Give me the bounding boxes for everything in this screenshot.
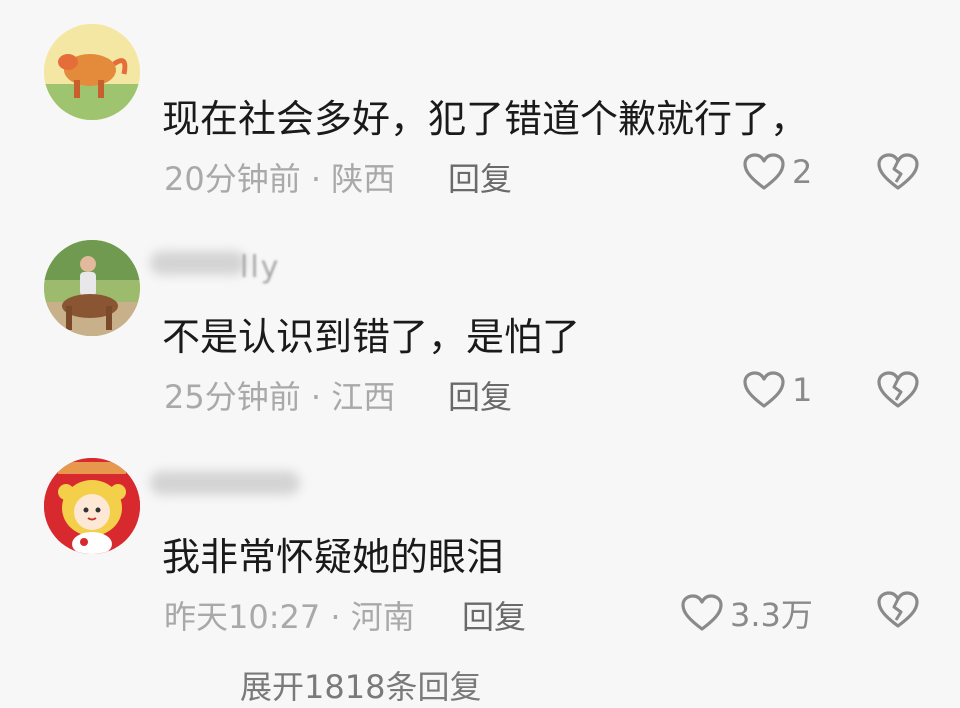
meta-separator: · bbox=[310, 378, 322, 416]
dislike-button[interactable] bbox=[876, 590, 920, 630]
heart-outline-icon bbox=[680, 593, 724, 633]
timestamp: 20分钟前 bbox=[164, 160, 301, 198]
heart-outline-icon bbox=[742, 370, 786, 410]
location: 河南 bbox=[350, 598, 415, 636]
like-count: 3.3万 bbox=[730, 596, 813, 634]
reply-button[interactable]: 回复 bbox=[448, 154, 512, 200]
username[interactable] bbox=[150, 464, 300, 499]
location: 江西 bbox=[331, 378, 396, 416]
avatar[interactable] bbox=[44, 458, 140, 554]
reply-button[interactable]: 回复 bbox=[462, 592, 526, 638]
avatar-image bbox=[44, 24, 140, 120]
broken-heart-icon bbox=[876, 370, 920, 410]
username[interactable] bbox=[150, 244, 246, 279]
broken-heart-icon bbox=[876, 590, 920, 630]
like-button[interactable]: 3.3万 bbox=[680, 590, 813, 636]
avatar[interactable] bbox=[44, 24, 140, 120]
heart-outline-icon bbox=[742, 152, 786, 192]
dislike-button[interactable] bbox=[876, 152, 920, 192]
timestamp: 昨天10:27 bbox=[164, 598, 321, 636]
meta-separator: · bbox=[310, 160, 322, 198]
comment-meta: 昨天10:27 · 河南 bbox=[164, 592, 415, 638]
comment-meta: 20分钟前 · 陕西 bbox=[164, 154, 395, 200]
dislike-button[interactable] bbox=[876, 370, 920, 410]
comment-text: 现在社会多好，犯了错道个歉就行了， bbox=[162, 97, 809, 141]
avatar[interactable] bbox=[44, 240, 140, 336]
like-count: 2 bbox=[792, 153, 813, 191]
reply-button[interactable]: 回复 bbox=[448, 372, 512, 418]
username-visible[interactable]: lly bbox=[240, 250, 280, 285]
broken-heart-icon bbox=[876, 152, 920, 192]
comment-meta: 25分钟前 · 江西 bbox=[164, 372, 395, 418]
comment-text: 不是认识到错了，是怕了 bbox=[162, 315, 581, 359]
timestamp: 25分钟前 bbox=[164, 378, 301, 416]
avatar-image bbox=[44, 240, 140, 336]
like-button[interactable]: 1 bbox=[742, 370, 812, 410]
expand-replies-button[interactable]: 展开1818条回复 bbox=[240, 662, 481, 708]
location: 陕西 bbox=[331, 160, 396, 198]
comment-text: 我非常怀疑她的眼泪 bbox=[162, 535, 505, 579]
like-count: 1 bbox=[792, 371, 813, 409]
meta-separator: · bbox=[330, 598, 341, 636]
avatar-image bbox=[44, 458, 140, 554]
like-button[interactable]: 2 bbox=[742, 152, 812, 192]
